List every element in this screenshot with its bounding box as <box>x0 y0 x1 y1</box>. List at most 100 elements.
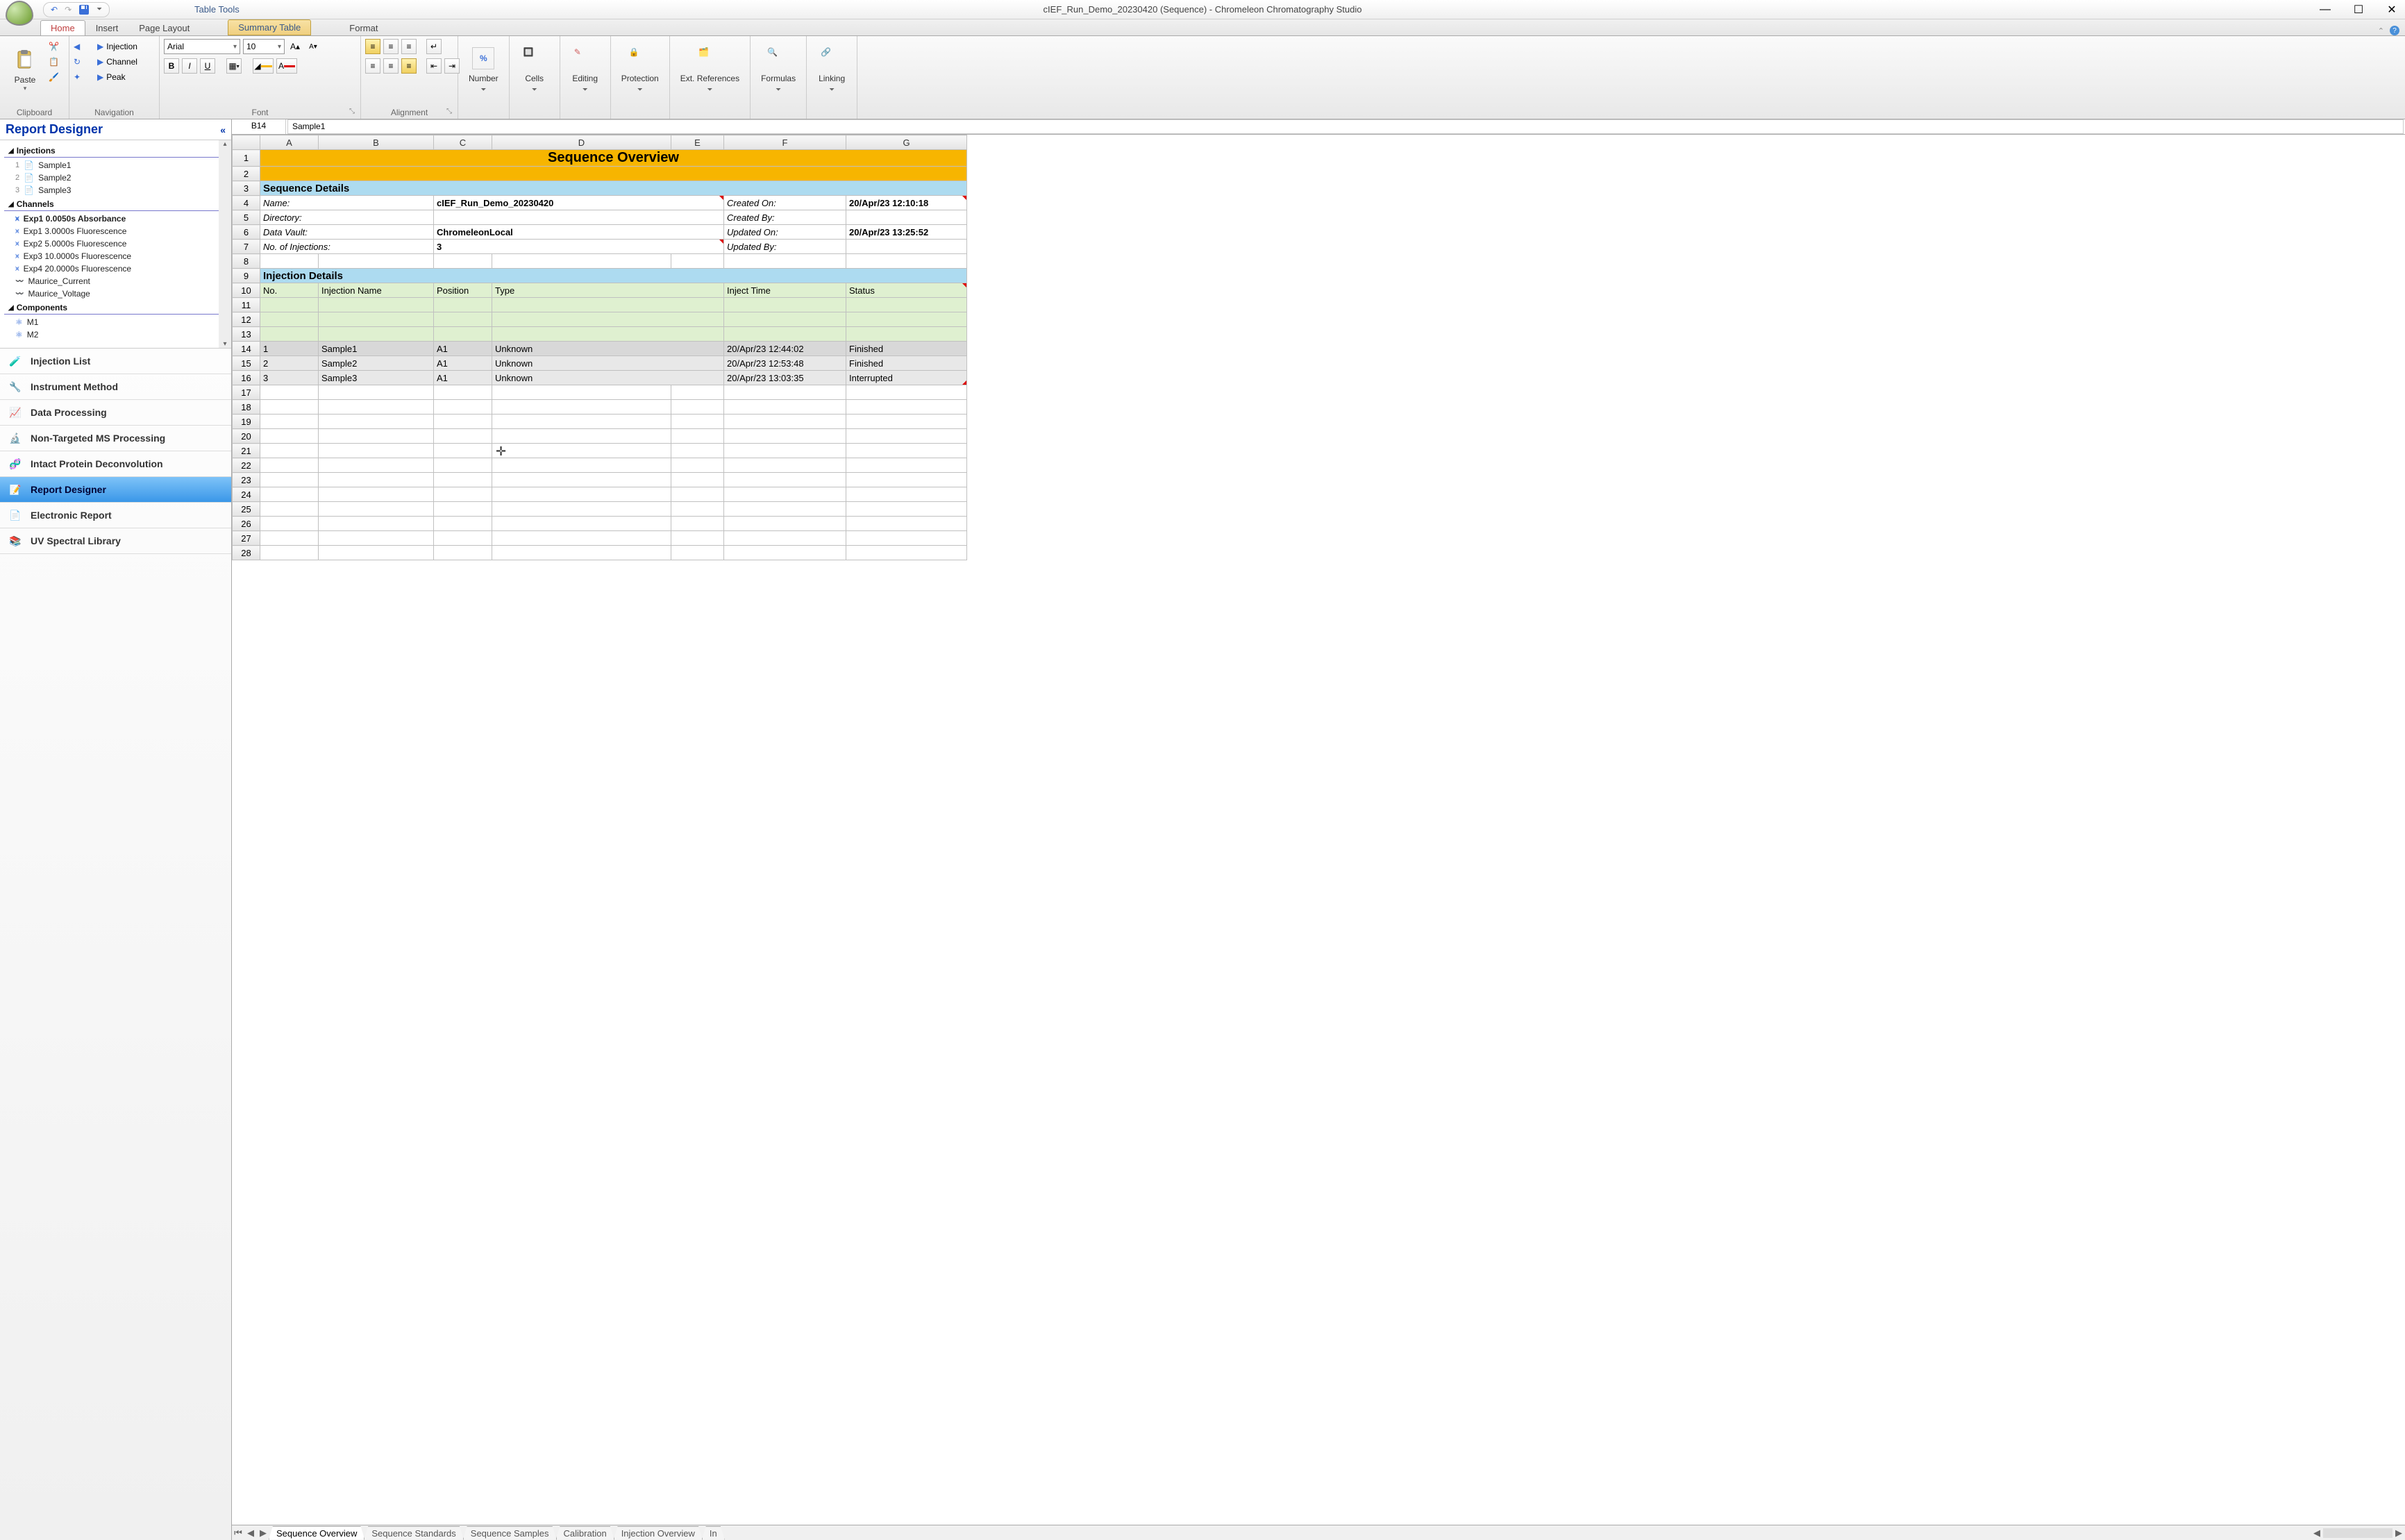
nav-item[interactable]: 🔧Instrument Method <box>0 374 231 400</box>
nav-prev-icon[interactable]: ◀ <box>74 42 94 51</box>
cell[interactable] <box>846 400 967 415</box>
cell[interactable] <box>724 444 846 458</box>
cell[interactable] <box>724 415 846 429</box>
tree-item-component[interactable]: ⚛M1 <box>0 316 231 328</box>
ribbon-collapse-icon[interactable]: ⌃ <box>2378 26 2384 35</box>
editing-button[interactable]: ✎Editing⏷ <box>564 39 606 101</box>
tree-item-injection[interactable]: 3📄Sample3 <box>0 184 231 196</box>
cell[interactable] <box>846 502 967 517</box>
qa-dropdown-icon[interactable]: ⏷ <box>97 6 102 13</box>
tree-item-channel[interactable]: 〰️Maurice_Current <box>0 275 231 287</box>
nav-item[interactable]: 📈Data Processing <box>0 400 231 426</box>
tab-insert[interactable]: Insert <box>85 20 129 35</box>
cell[interactable]: Interrupted <box>846 371 967 385</box>
cell[interactable]: Sample1 <box>319 342 434 356</box>
cell[interactable] <box>492 312 724 327</box>
cell[interactable] <box>724 517 846 531</box>
cell[interactable] <box>724 546 846 560</box>
tree-item-component[interactable]: ⚛M2 <box>0 328 231 341</box>
nav-peak-button[interactable]: ▶Peak <box>97 72 137 82</box>
tree-section-channels[interactable]: ◢Channels <box>4 198 227 211</box>
cell[interactable]: Unknown <box>492 342 724 356</box>
cell[interactable]: ChromeleonLocal <box>434 225 724 240</box>
nav-sparkle-icon[interactable]: ✦ <box>74 72 94 82</box>
cell[interactable] <box>434 385 492 400</box>
tree-item-injection[interactable]: 2📄Sample2 <box>0 171 231 184</box>
cell[interactable]: Name: <box>260 196 434 210</box>
cell[interactable] <box>846 473 967 487</box>
cell[interactable] <box>724 298 846 312</box>
nav-item[interactable]: 📚UV Spectral Library <box>0 528 231 554</box>
cell[interactable]: Status <box>846 283 967 298</box>
row-header[interactable]: 8 <box>233 254 260 269</box>
cell[interactable] <box>492 385 671 400</box>
row-header[interactable]: 28 <box>233 546 260 560</box>
cell[interactable] <box>846 458 967 473</box>
cell[interactable] <box>671 517 724 531</box>
cell[interactable]: cIEF_Run_Demo_20230420 <box>434 196 724 210</box>
cell[interactable] <box>846 444 967 458</box>
cell[interactable] <box>846 415 967 429</box>
minimize-button[interactable]: — <box>2316 2 2334 17</box>
hscroll-track[interactable] <box>2323 1528 2393 1538</box>
redo-icon[interactable]: ↷ <box>65 5 72 15</box>
hscroll-left-icon[interactable]: ◀ <box>2311 1528 2323 1539</box>
sheet-nav-first-icon[interactable]: ⏮ <box>232 1528 244 1539</box>
cell[interactable] <box>724 400 846 415</box>
cell[interactable]: Created By: <box>724 210 846 225</box>
sheet-nav-next-icon[interactable]: ▶ <box>257 1528 269 1539</box>
cell[interactable] <box>434 429 492 444</box>
cell[interactable] <box>434 400 492 415</box>
cell[interactable] <box>492 298 724 312</box>
cell[interactable] <box>319 517 434 531</box>
cell[interactable]: No. <box>260 283 319 298</box>
cell[interactable]: 2 <box>260 356 319 371</box>
cell[interactable]: Sequence Overview <box>260 150 967 167</box>
cell[interactable] <box>846 429 967 444</box>
cell[interactable]: A1 <box>434 356 492 371</box>
cell[interactable] <box>260 400 319 415</box>
nav-item[interactable]: 📝Report Designer <box>0 477 231 503</box>
cell[interactable]: Injection Details <box>260 269 967 283</box>
row-header[interactable]: 6 <box>233 225 260 240</box>
cells-button[interactable]: 🔲Cells⏷ <box>514 39 555 101</box>
decrease-indent-icon[interactable]: ⇤ <box>426 58 442 74</box>
close-button[interactable]: ✕ <box>2383 2 2401 17</box>
cell[interactable]: Finished <box>846 342 967 356</box>
row-header[interactable]: 19 <box>233 415 260 429</box>
cell[interactable]: 20/Apr/23 12:53:48 <box>724 356 846 371</box>
cell[interactable]: A1 <box>434 371 492 385</box>
cell[interactable] <box>260 458 319 473</box>
fill-color-button[interactable]: ◢ <box>253 58 274 74</box>
row-header[interactable]: 7 <box>233 240 260 254</box>
col-header[interactable]: F <box>724 135 846 150</box>
row-header[interactable]: 23 <box>233 473 260 487</box>
maximize-button[interactable]: ☐ <box>2349 2 2368 17</box>
cell[interactable] <box>492 415 671 429</box>
cell[interactable]: Sequence Details <box>260 181 967 196</box>
cell[interactable] <box>260 415 319 429</box>
align-right-icon[interactable]: ≡ <box>401 58 417 74</box>
cell[interactable] <box>492 458 671 473</box>
col-header[interactable]: E <box>671 135 724 150</box>
cell[interactable]: Type <box>492 283 724 298</box>
cell[interactable] <box>434 327 492 342</box>
cell[interactable]: No. of Injections: <box>260 240 434 254</box>
cell[interactable] <box>724 502 846 517</box>
font-dialog-icon[interactable]: ⤡ <box>349 108 355 115</box>
format-painter-icon[interactable]: 🖌️ <box>49 72 59 82</box>
cell[interactable] <box>671 531 724 546</box>
cell[interactable] <box>492 487 671 502</box>
cell[interactable] <box>260 254 319 269</box>
align-top-icon[interactable]: ≡ <box>365 39 380 54</box>
row-header[interactable]: 18 <box>233 400 260 415</box>
cell[interactable] <box>492 502 671 517</box>
row-header[interactable]: 27 <box>233 531 260 546</box>
cell[interactable] <box>846 254 967 269</box>
row-header[interactable]: 17 <box>233 385 260 400</box>
cell[interactable] <box>319 444 434 458</box>
cell[interactable] <box>260 531 319 546</box>
cell[interactable] <box>492 327 724 342</box>
cell[interactable]: Data Vault: <box>260 225 434 240</box>
row-header[interactable]: 26 <box>233 517 260 531</box>
